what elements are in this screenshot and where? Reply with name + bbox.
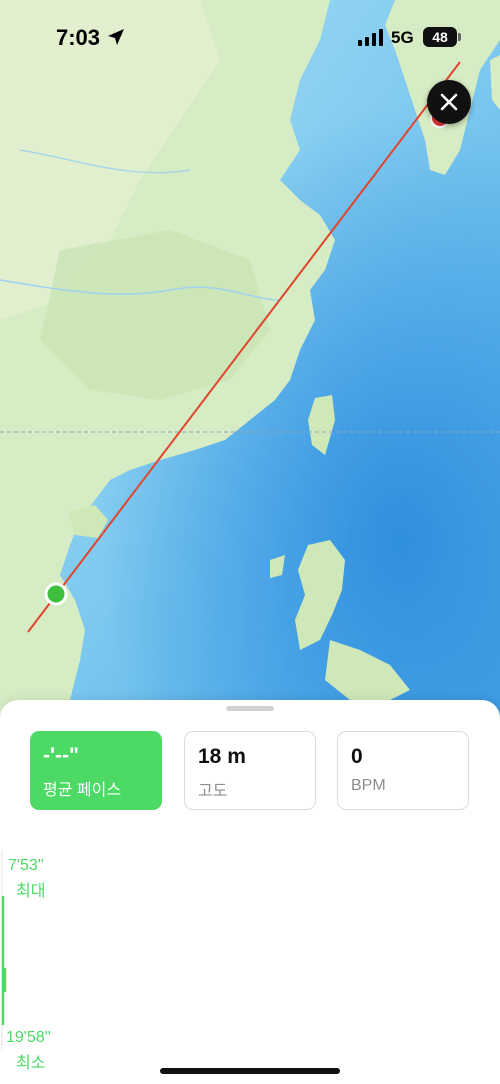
location-arrow-icon — [108, 29, 124, 45]
battery-tip — [458, 33, 461, 41]
heart-rate-label: BPM — [351, 777, 386, 794]
pace-min-value: 19'58'' — [6, 1029, 51, 1046]
status-time: 7:03 — [56, 25, 101, 50]
home-indicator[interactable] — [160, 1068, 340, 1074]
pace-value: -'--" — [43, 744, 79, 767]
altitude-card[interactable]: 18 m 고도 — [184, 731, 316, 810]
workout-summary-sheet: -'--" 평균 페이스 18 m 고도 0 BPM — [0, 700, 500, 1084]
pace-max-value: 7'53'' — [8, 857, 44, 874]
network-type: 5G — [391, 28, 414, 47]
route-map[interactable] — [0, 0, 500, 720]
battery-level: 48 — [432, 29, 448, 45]
heart-rate-card[interactable]: 0 BPM — [337, 731, 469, 810]
pace-card[interactable]: -'--" 평균 페이스 — [30, 731, 162, 810]
sheet-grabber[interactable] — [226, 706, 274, 711]
pace-max-label: 최대 — [16, 883, 46, 900]
heart-rate-value: 0 — [351, 745, 363, 768]
close-icon — [440, 93, 458, 111]
pace-min-label: 최소 — [16, 1055, 46, 1072]
battery-icon: 48 — [423, 27, 457, 47]
altitude-value: 18 m — [198, 745, 246, 768]
pace-label: 평균 페이스 — [43, 782, 122, 799]
altitude-label: 고도 — [198, 783, 228, 800]
cellular-signal-icon — [358, 29, 383, 46]
status-bar: 7:03 5G 48 — [0, 0, 500, 72]
pace-chart — [1, 850, 7, 1050]
start-marker — [44, 582, 68, 606]
close-button[interactable] — [427, 80, 471, 124]
